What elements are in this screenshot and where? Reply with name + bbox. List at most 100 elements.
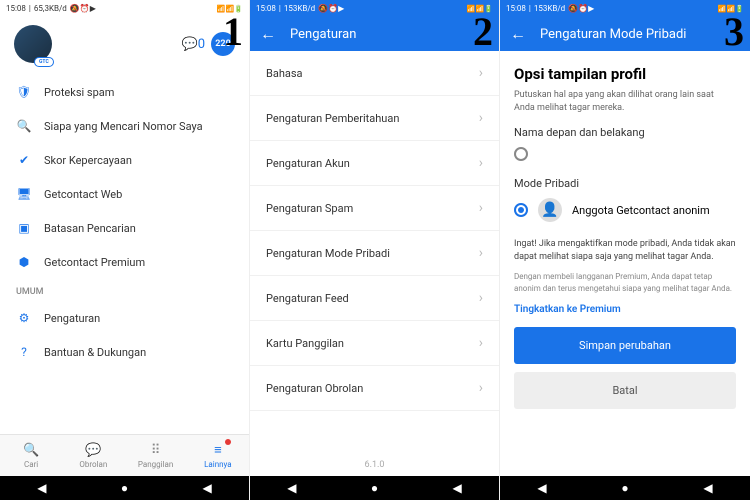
message-icon[interactable]: 💬0 xyxy=(182,37,206,52)
app-header: ← Pengaturan Mode Pribadi xyxy=(500,17,750,51)
setting-row[interactable]: Pengaturan Spam› xyxy=(250,186,499,231)
back-arrow-icon[interactable]: ← xyxy=(260,24,276,44)
menu-item[interactable]: ⚙ Pengaturan xyxy=(0,301,249,335)
warning-text: Ingat! Jika mengaktifkan mode pribadi, A… xyxy=(514,238,736,263)
recent-triangle-icon[interactable]: ◀ xyxy=(453,481,462,495)
radio-option-fullname[interactable] xyxy=(514,147,736,161)
setting-row[interactable]: Bahasa› xyxy=(250,51,499,96)
android-nav: ◀ ● ◀ xyxy=(500,476,750,500)
home-circle-icon[interactable]: ● xyxy=(371,481,378,495)
setting-label: Pengaturan Feed xyxy=(266,292,349,305)
option-label: Nama depan dan belakang xyxy=(514,126,736,139)
gtc-badge: GTC xyxy=(34,57,54,67)
setting-label: Pengaturan Akun xyxy=(266,157,350,170)
back-arrow-icon[interactable]: ← xyxy=(510,24,526,44)
step-number: 1 xyxy=(223,8,243,55)
back-triangle-icon[interactable]: ◀ xyxy=(37,481,46,495)
recent-triangle-icon[interactable]: ◀ xyxy=(703,481,712,495)
setting-label: Pengaturan Pemberitahuan xyxy=(266,112,399,125)
radio-icon xyxy=(514,147,528,161)
menu-item-icon: 🔍 xyxy=(16,119,32,133)
setting-row[interactable]: Pengaturan Obrolan › xyxy=(250,366,499,411)
menu-item-label: Skor Kepercayaan xyxy=(44,154,132,167)
nav-icon: ⠿ xyxy=(151,443,161,458)
screen-settings: 2 15:08|153KB/d🔕⏰▶ 📶📶🔋 ← Pengaturan Baha… xyxy=(250,0,500,500)
menu-item-icon: 🛡 xyxy=(16,85,32,99)
step-number: 3 xyxy=(724,8,744,55)
nav-label: Obrolan xyxy=(79,460,107,469)
setting-label: Pengaturan Mode Pribadi xyxy=(266,247,390,260)
nav-label: Panggilan xyxy=(138,460,173,469)
menu-item[interactable]: 🔍 Siapa yang Mencari Nomor Saya xyxy=(0,109,249,143)
nav-icon: 💬 xyxy=(85,443,101,458)
app-header: ← Pengaturan xyxy=(250,17,499,51)
page-title: Opsi tampilan profil xyxy=(514,65,736,83)
nav-label: Lainnya xyxy=(204,460,232,469)
nav-tab-lainnya[interactable]: ≡Lainnya xyxy=(187,435,249,476)
setting-row[interactable]: Pengaturan Pemberitahuan › xyxy=(250,96,499,141)
step-number: 2 xyxy=(473,8,493,55)
nav-tab-cari[interactable]: 🔍Cari xyxy=(0,435,62,476)
setting-label: Pengaturan Obrolan xyxy=(266,382,363,395)
setting-row[interactable]: Kartu Panggilan › xyxy=(250,321,499,366)
menu-item-label: Batasan Pencarian xyxy=(44,222,136,235)
header-title: Pengaturan Mode Pribadi xyxy=(540,27,686,42)
setting-row[interactable]: Pengaturan Akun › xyxy=(250,141,499,186)
setting-label: Bahasa xyxy=(266,67,303,80)
menu-item-label: Pengaturan xyxy=(44,312,100,325)
back-triangle-icon[interactable]: ◀ xyxy=(537,481,546,495)
save-button[interactable]: Simpan perubahan xyxy=(514,327,736,364)
menu-item[interactable]: 🖥 Getcontact Web xyxy=(0,177,249,211)
cancel-button[interactable]: Batal xyxy=(514,372,736,409)
menu-item-label: Proteksi spam xyxy=(44,86,114,99)
version-text: 6.1.0 xyxy=(250,454,499,476)
menu-item-icon: ⚙ xyxy=(16,311,32,325)
section-label: UMUM xyxy=(0,279,249,301)
back-triangle-icon[interactable]: ◀ xyxy=(287,481,296,495)
setting-label: Kartu Panggilan xyxy=(266,337,344,350)
recent-triangle-icon[interactable]: ◀ xyxy=(203,481,212,495)
home-circle-icon[interactable]: ● xyxy=(121,481,128,495)
menu-item[interactable]: ⬢ Getcontact Premium xyxy=(0,245,249,279)
chevron-right-icon: › xyxy=(479,380,483,396)
setting-row[interactable]: Pengaturan Mode Pribadi› xyxy=(250,231,499,276)
screen-more: 1 15:08|65,3KB/d🔕⏰▶ 📶📶🔋 GTC 💬0 220 🛡Prot… xyxy=(0,0,250,500)
chevron-right-icon: › xyxy=(479,110,483,126)
header-title: Pengaturan xyxy=(290,27,356,42)
menu-item-icon: ✔ xyxy=(16,153,32,167)
menu-item[interactable]: ✔ Skor Kepercayaan xyxy=(0,143,249,177)
page-description: Putuskan hal apa yang akan dilihat orang… xyxy=(514,89,736,114)
menu-item-icon: ⬢ xyxy=(16,255,32,269)
nav-tab-panggilan[interactable]: ⠿ Panggilan xyxy=(125,435,187,476)
menu-item-label: Siapa yang Mencari Nomor Saya xyxy=(44,120,203,133)
home-circle-icon[interactable]: ● xyxy=(621,481,628,495)
chevron-right-icon: › xyxy=(479,335,483,351)
radio-icon xyxy=(514,203,528,217)
menu-item-icon: ▣ xyxy=(16,221,32,235)
menu-item[interactable]: ?Bantuan & Dukungan xyxy=(0,335,249,369)
notification-dot-icon xyxy=(225,439,231,445)
nav-tab-obrolan[interactable]: 💬 Obrolan xyxy=(62,435,124,476)
profile-avatar[interactable]: GTC xyxy=(14,25,52,63)
premium-note: Dengan membeli langganan Premium, Anda d… xyxy=(514,271,736,293)
menu-item[interactable]: ▣ Batasan Pencarian xyxy=(0,211,249,245)
menu-item-label: Getcontact Web xyxy=(44,188,122,201)
menu-item-label: Bantuan & Dukungan xyxy=(44,346,146,359)
android-nav: ◀ ● ◀ xyxy=(0,476,249,500)
setting-row[interactable]: Pengaturan Feed› xyxy=(250,276,499,321)
menu-item[interactable]: 🛡 Proteksi spam xyxy=(0,75,249,109)
chevron-right-icon: › xyxy=(479,200,483,216)
android-nav: ◀ ● ◀ xyxy=(250,476,499,500)
chevron-right-icon: › xyxy=(479,155,483,171)
bottom-nav: 🔍Cari 💬 Obrolan ⠿ Panggilan ≡Lainnya xyxy=(0,434,249,476)
anonymous-avatar-icon: 👤 xyxy=(538,198,562,222)
menu-item-icon: 🖥 xyxy=(16,187,32,201)
option-text: Anggota Getcontact anonim xyxy=(572,204,710,217)
screen-private-mode: 3 15:08|153KB/d🔕⏰▶ 📶📶🔋 ← Pengaturan Mode… xyxy=(500,0,750,500)
upgrade-link[interactable]: Tingkatkan ke Premium xyxy=(514,304,736,315)
status-bar: 15:08|65,3KB/d🔕⏰▶ 📶📶🔋 xyxy=(0,0,249,17)
status-bar: 15:08|153KB/d🔕⏰▶ 📶📶🔋 xyxy=(250,0,499,17)
menu-item-label: Getcontact Premium xyxy=(44,256,145,269)
option-label: Mode Pribadi xyxy=(514,177,736,190)
radio-option-anonymous[interactable]: 👤 Anggota Getcontact anonim xyxy=(514,198,736,222)
